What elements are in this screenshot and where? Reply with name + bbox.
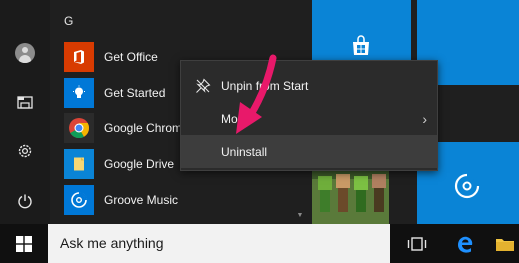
power-button[interactable] <box>10 186 40 216</box>
gear-icon <box>18 144 32 158</box>
list-item-groove-music[interactable]: Groove Music <box>64 183 296 217</box>
app-label: Get Office <box>104 50 158 64</box>
chrome-icon <box>69 118 90 139</box>
drive-tile <box>64 149 94 179</box>
windows-logo-icon <box>16 235 32 252</box>
menu-item-label: More <box>221 111 249 126</box>
groove-tile <box>64 185 94 215</box>
task-view-icon <box>407 236 427 251</box>
groove-icon <box>71 192 87 208</box>
store-bag-icon <box>353 35 369 55</box>
chevron-right-icon: › <box>422 110 427 127</box>
search-placeholder: Ask me anything <box>60 235 164 251</box>
folder-icon <box>496 238 514 251</box>
taskbar: Ask me anything <box>0 224 519 263</box>
lightbulb-icon <box>73 85 85 98</box>
file-explorer-button[interactable] <box>10 87 40 117</box>
menu-item-unpin-from-start[interactable]: Unpin from Start <box>181 69 437 102</box>
menu-item-label: Uninstall <box>221 144 268 159</box>
app-label: Get Started <box>104 86 166 100</box>
unpin-icon <box>194 77 212 95</box>
groove-disc-icon <box>454 173 480 199</box>
menu-item-more[interactable]: More › <box>181 102 437 135</box>
menu-item-uninstall[interactable]: Uninstall <box>181 135 437 168</box>
get-started-tile <box>64 78 94 108</box>
edge-browser-button[interactable] <box>443 224 487 263</box>
drive-icon <box>74 157 84 171</box>
menu-item-label: Unpin from Start <box>221 78 309 93</box>
start-left-rail <box>0 0 50 224</box>
office-tile <box>64 42 94 72</box>
file-explorer-icon <box>17 96 33 109</box>
start-button[interactable] <box>0 224 48 263</box>
user-avatar-icon <box>15 43 35 63</box>
file-explorer-taskbar-button[interactable] <box>491 224 519 263</box>
context-menu: Unpin from Start More › Uninstall <box>180 60 438 171</box>
settings-button[interactable] <box>10 136 40 166</box>
edge-icon <box>458 236 473 253</box>
app-label: Google Drive <box>104 157 175 171</box>
scroll-down-icon[interactable]: ▼ <box>296 212 304 220</box>
start-menu-screen: G Get Office Get Started Google Chrome G… <box>0 0 519 263</box>
app-label: Groove Music <box>104 193 179 207</box>
power-icon <box>18 194 32 209</box>
search-input[interactable]: Ask me anything <box>48 224 390 263</box>
group-letter-header[interactable]: G <box>64 14 73 28</box>
app-label: Google Chrome <box>104 121 189 135</box>
task-view-button[interactable] <box>395 224 439 263</box>
office-icon <box>74 50 84 64</box>
chrome-tile <box>64 113 94 143</box>
user-account-button[interactable] <box>10 38 40 68</box>
